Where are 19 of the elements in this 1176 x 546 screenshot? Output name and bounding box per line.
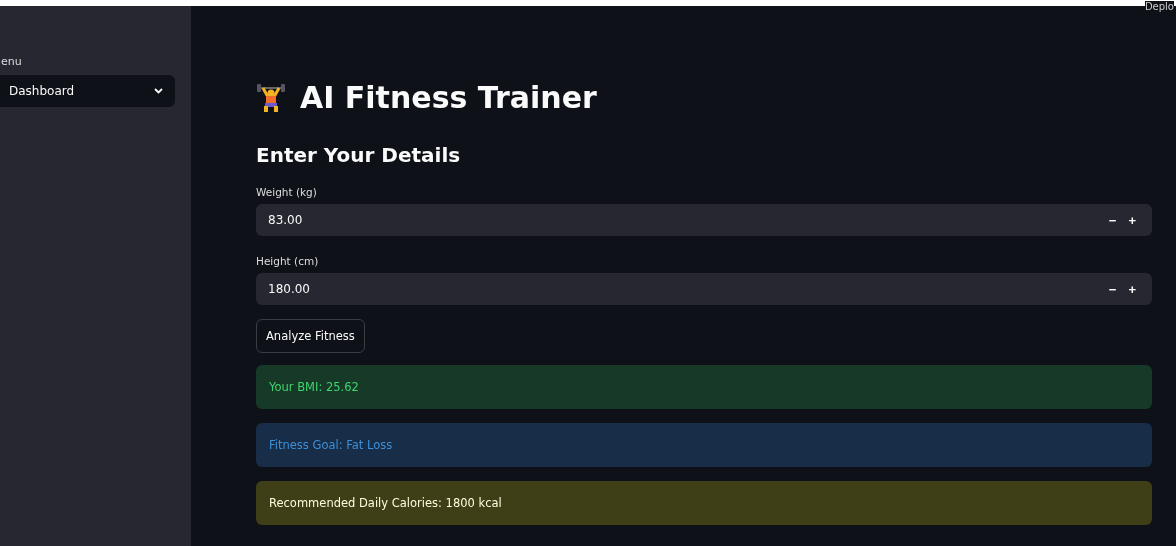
decrement-button[interactable]: − bbox=[1102, 281, 1123, 297]
increment-button[interactable]: + bbox=[1122, 212, 1142, 228]
sidebar-label: enu bbox=[1, 55, 22, 68]
weightlifter-icon bbox=[256, 82, 286, 113]
alert-message: Your BMI: 25.62 bbox=[256, 365, 1152, 409]
page-title: AI Fitness Trainer bbox=[300, 80, 597, 115]
section-heading: Enter Your Details bbox=[256, 143, 462, 167]
menu-select[interactable]: Dashboard bbox=[0, 75, 175, 107]
increment-button[interactable]: + bbox=[1122, 281, 1142, 297]
chevron-icon bbox=[154, 88, 163, 94]
field-label: Weight (kg) bbox=[256, 186, 317, 198]
field-label: Height (cm) bbox=[256, 255, 319, 267]
deploy-link[interactable]: Deplo bbox=[1144, 1, 1174, 13]
alert-message: Fitness Goal: Fat Loss bbox=[256, 423, 1152, 467]
number-input[interactable]: 83.00 − + bbox=[256, 204, 1152, 236]
number-input[interactable]: 180.00 − + bbox=[256, 273, 1152, 305]
analyze-button[interactable]: Analyze Fitness bbox=[256, 319, 365, 353]
decrement-button[interactable]: − bbox=[1102, 212, 1123, 228]
alert-message: Recommended Daily Calories: 1800 kcal bbox=[256, 481, 1152, 525]
